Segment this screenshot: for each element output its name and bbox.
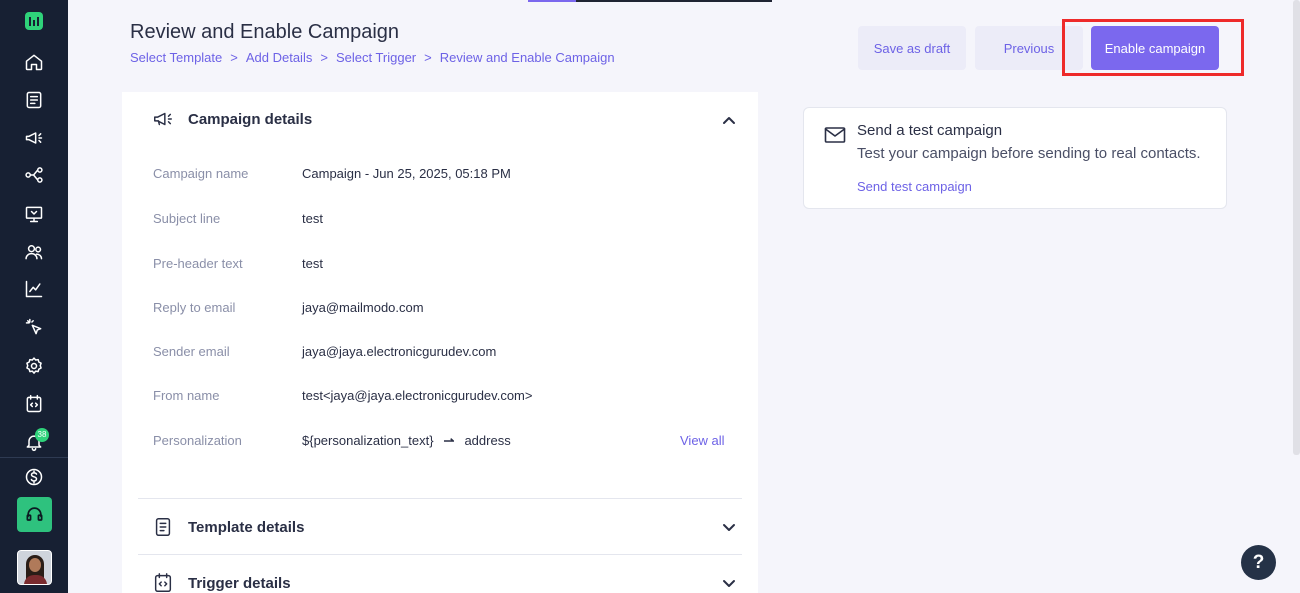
mailmodo-logo[interactable] [25, 12, 43, 30]
list-icon[interactable] [24, 90, 44, 110]
click-icon[interactable] [24, 317, 44, 337]
scrollbar[interactable] [1293, 0, 1300, 455]
monitor-icon[interactable] [24, 204, 44, 224]
support-button[interactable] [17, 497, 52, 532]
detail-value: Campaign - Jun 25, 2025, 05:18 PM [302, 166, 511, 181]
personalization-mapping: ${personalization_text} ⇀ address [302, 433, 511, 449]
detail-label: Campaign name [153, 166, 249, 181]
section-divider [138, 498, 742, 499]
help-button[interactable]: ? [1241, 545, 1276, 580]
save-as-draft-button[interactable]: Save as draft [858, 26, 966, 70]
section-divider [138, 554, 742, 555]
template-details-header[interactable]: Template details [152, 516, 304, 538]
megaphone-icon[interactable] [24, 128, 44, 148]
arrow-right-icon: ⇀ [443, 433, 455, 448]
code-icon[interactable] [24, 394, 44, 414]
chevron-up-icon[interactable] [722, 113, 736, 127]
breadcrumb-add-details[interactable]: Add Details [246, 50, 312, 65]
detail-value: jaya@jaya.electronicgurudev.com [302, 344, 497, 359]
users-icon[interactable] [24, 242, 44, 262]
detail-value: test [302, 256, 323, 271]
details-card: Campaign details Campaign name Campaign … [122, 92, 758, 593]
headset-icon [26, 507, 43, 521]
test-campaign-title: Send a test campaign [857, 122, 1003, 139]
personalization-variable: ${personalization_text} [302, 433, 434, 448]
detail-value: jaya@mailmodo.com [302, 300, 424, 315]
analytics-icon[interactable] [24, 279, 44, 299]
chevron-down-icon[interactable] [722, 577, 736, 591]
dollar-icon[interactable] [24, 467, 44, 487]
test-campaign-card: Send a test campaign Test your campaign … [803, 107, 1227, 209]
breadcrumb: Select Template > Add Details > Select Trigg… [130, 50, 615, 65]
view-all-link[interactable]: View all [680, 433, 725, 448]
sidebar-divider [0, 457, 68, 458]
personalization-mapped-field: address [464, 433, 511, 448]
detail-label: Sender email [153, 344, 230, 359]
trigger-details-heading: Trigger details [188, 574, 291, 592]
breadcrumb-separator: > [424, 50, 432, 65]
avatar[interactable] [17, 550, 52, 585]
template-details-heading: Template details [188, 518, 305, 536]
progress-strip-active [528, 0, 576, 2]
detail-label: Subject line [153, 211, 221, 226]
detail-label: From name [153, 388, 220, 403]
detail-value: test [302, 211, 323, 226]
campaign-details-heading: Campaign details [188, 110, 313, 128]
page-title: Review and Enable Campaign [130, 21, 400, 43]
document-icon [152, 516, 174, 538]
highlight-box [1062, 19, 1244, 76]
send-test-campaign-link[interactable]: Send test campaign [857, 179, 972, 194]
trigger-details-header[interactable]: Trigger details [152, 572, 291, 593]
chevron-down-icon[interactable] [722, 521, 736, 535]
megaphone-icon [152, 108, 174, 130]
mail-icon [824, 126, 846, 144]
breadcrumb-separator: > [320, 50, 328, 65]
breadcrumb-review-enable[interactable]: Review and Enable Campaign [440, 50, 615, 65]
notification-badge: 38 [35, 428, 49, 442]
detail-label: Pre-header text [153, 256, 243, 271]
detail-label: Reply to email [153, 300, 236, 315]
home-icon[interactable] [24, 52, 44, 72]
journey-icon[interactable] [24, 165, 44, 185]
progress-strip [576, 0, 772, 2]
detail-label: Personalization [153, 433, 242, 448]
code-icon [152, 572, 174, 593]
campaign-details-header[interactable]: Campaign details [152, 108, 312, 130]
test-campaign-description: Test your campaign before sending to rea… [857, 145, 1201, 162]
breadcrumb-select-template[interactable]: Select Template [130, 50, 222, 65]
settings-icon[interactable] [24, 356, 44, 376]
sidebar: 38 [0, 0, 68, 593]
detail-value: test<jaya@jaya.electronicgurudev.com> [302, 388, 533, 403]
breadcrumb-separator: > [230, 50, 238, 65]
breadcrumb-select-trigger[interactable]: Select Trigger [336, 50, 416, 65]
